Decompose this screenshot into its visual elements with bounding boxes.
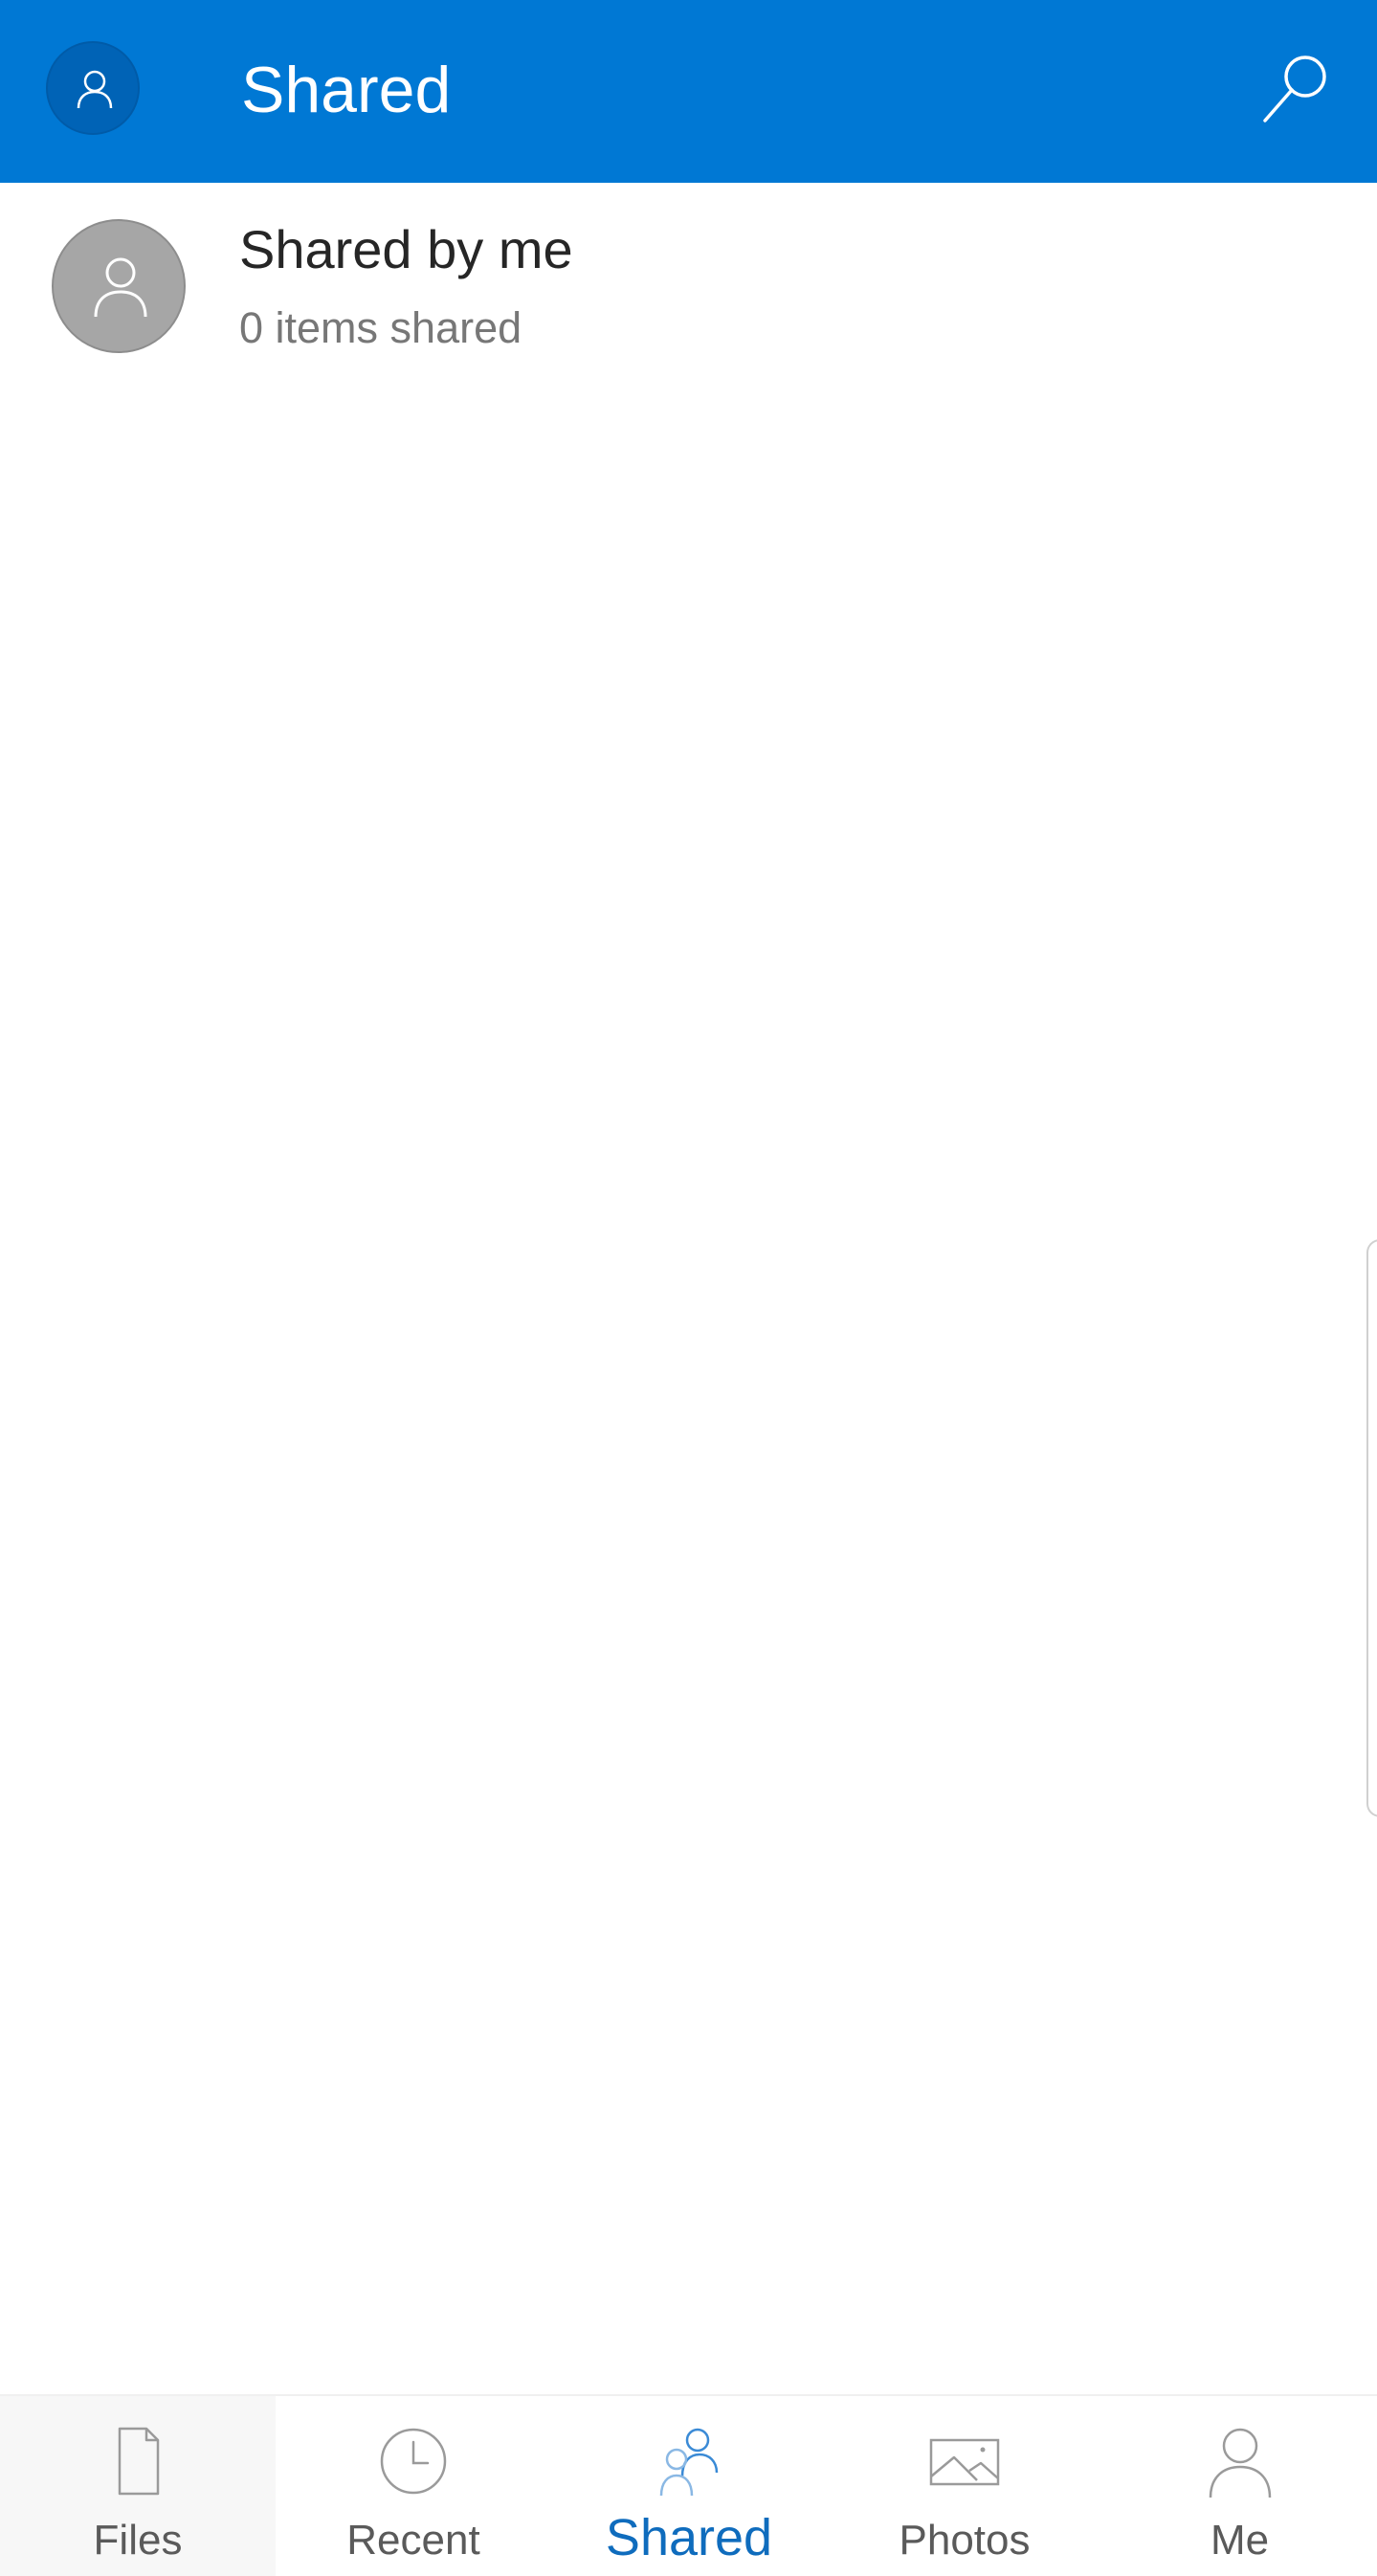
nav-tab-shared[interactable]: Shared xyxy=(551,2396,827,2576)
shared-by-me-avatar xyxy=(52,219,186,353)
account-button[interactable] xyxy=(46,41,140,135)
row-subtitle: 0 items shared xyxy=(239,303,522,352)
image-icon xyxy=(929,2438,1000,2486)
top-app-bar: Shared xyxy=(0,0,1377,183)
file-icon xyxy=(118,2427,160,2496)
row-title: Shared by me xyxy=(239,219,573,279)
search-button[interactable] xyxy=(1254,48,1340,134)
nav-tab-label: Me xyxy=(1210,2517,1270,2564)
nav-tab-me[interactable]: Me xyxy=(1102,2396,1377,2576)
nav-tab-files[interactable]: Files xyxy=(0,2396,276,2576)
person-icon xyxy=(77,70,113,109)
person-icon xyxy=(94,257,147,318)
search-icon xyxy=(1263,56,1326,122)
edge-panel-handle[interactable] xyxy=(1366,1239,1377,1817)
nav-tab-photos[interactable]: Photos xyxy=(827,2396,1102,2576)
nav-tab-label: Files xyxy=(93,2517,183,2564)
shared-by-me-row[interactable]: Shared by me 0 items shared xyxy=(0,183,1377,393)
person-icon xyxy=(1209,2428,1271,2498)
nav-tab-label: Recent xyxy=(346,2517,480,2564)
onedrive-shared-screen: Shared Shared by me 0 items shared Files xyxy=(0,0,1377,2576)
page-title: Shared xyxy=(241,54,452,126)
people-icon xyxy=(659,2428,719,2497)
bottom-navigation: Files Recent Shared Photos Me xyxy=(0,2394,1377,2576)
nav-tab-label: Photos xyxy=(899,2517,1031,2564)
nav-tab-recent[interactable]: Recent xyxy=(276,2396,551,2576)
clock-icon xyxy=(380,2428,447,2495)
nav-tab-label: Shared xyxy=(605,2509,773,2566)
